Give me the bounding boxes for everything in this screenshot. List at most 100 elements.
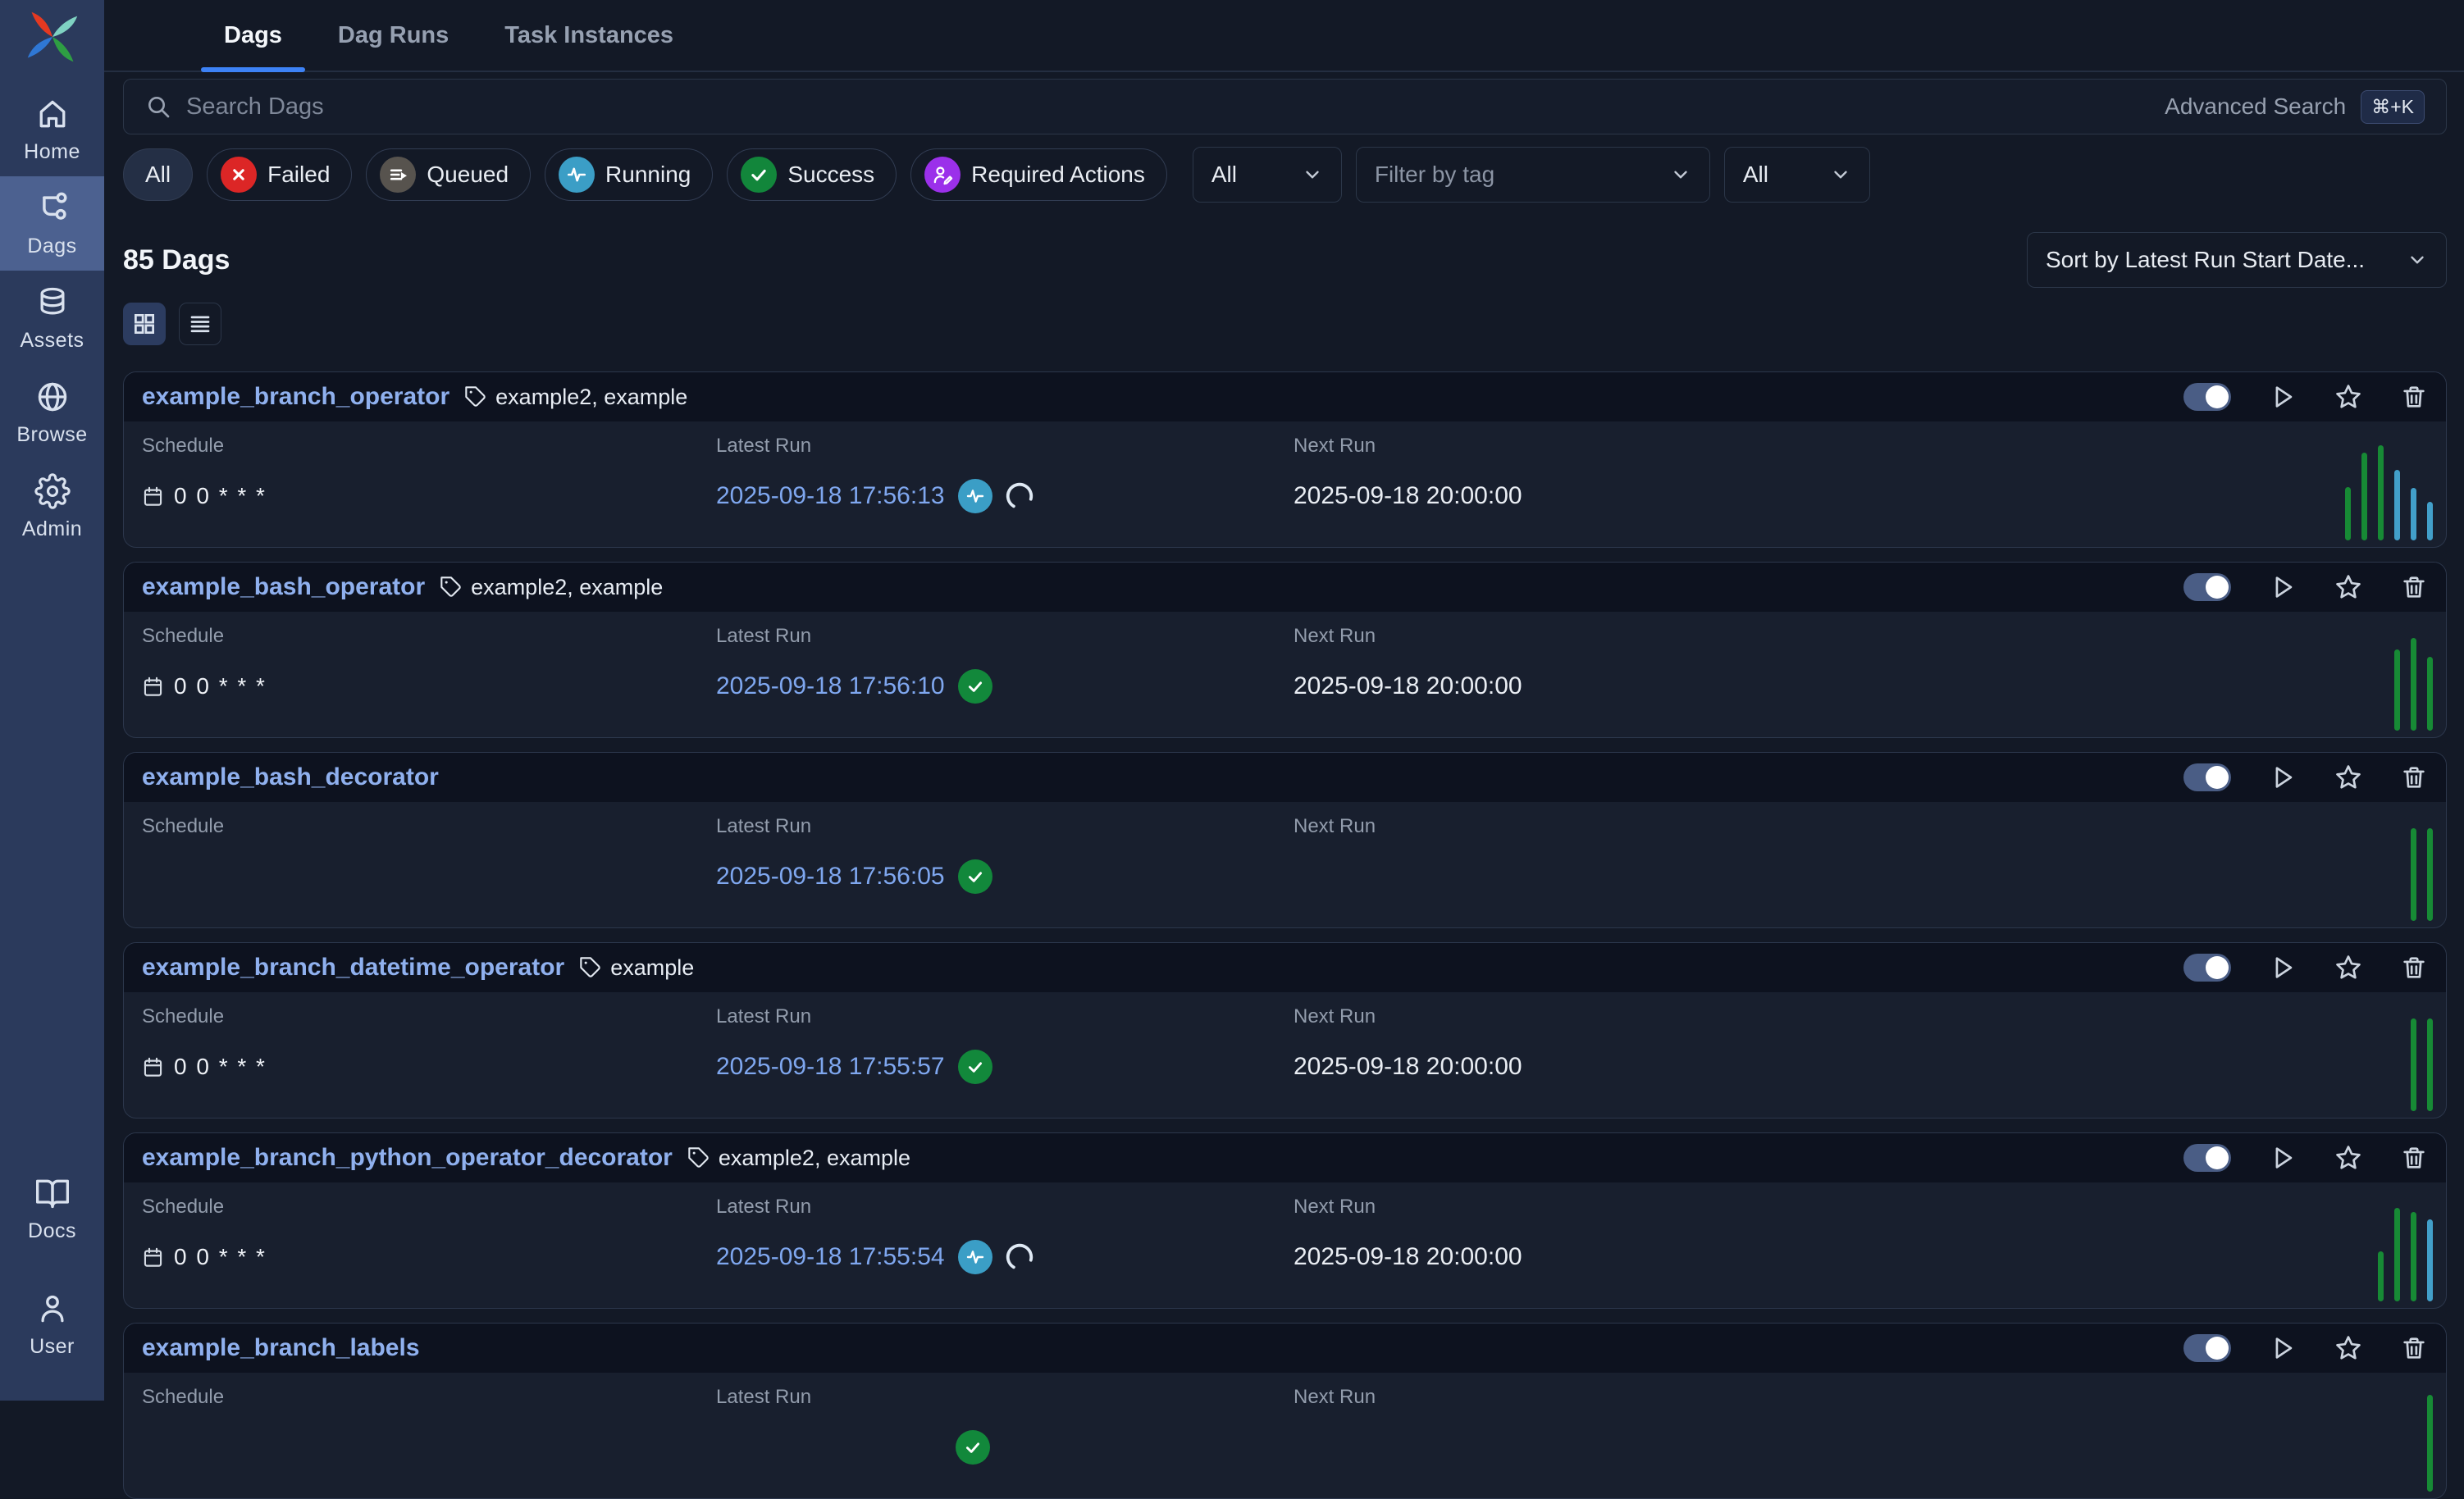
- failed-status-icon: [221, 157, 257, 193]
- dag-name-link[interactable]: example_branch_python_operator_decorator: [142, 1144, 673, 1172]
- run-history-chart[interactable]: [2427, 1395, 2433, 1492]
- trigger-run-icon[interactable]: [2269, 763, 2297, 791]
- dag-card: example_branch_operator example2, exampl…: [123, 371, 2447, 548]
- run-bar-green[interactable]: [2345, 487, 2351, 540]
- airflow-logo-icon[interactable]: [25, 10, 80, 64]
- latest-run-link[interactable]: 2025-09-18 17:55:54: [716, 1243, 945, 1271]
- sidebar-item-label: Assets: [20, 329, 84, 353]
- sidebar-item-dags[interactable]: Dags: [0, 176, 104, 271]
- run-bar-green[interactable]: [2378, 1251, 2384, 1301]
- run-bar-green[interactable]: [2427, 828, 2433, 921]
- dag-name-link[interactable]: example_branch_operator: [142, 383, 449, 411]
- filter-chip-queued[interactable]: Queued: [366, 148, 531, 201]
- dag-pause-toggle[interactable]: [2183, 1334, 2231, 1362]
- favorite-star-icon[interactable]: [2334, 383, 2362, 411]
- sidebar-item-browse[interactable]: Browse: [0, 365, 104, 459]
- favorite-star-icon[interactable]: [2334, 1334, 2362, 1362]
- dag-pause-toggle[interactable]: [2183, 954, 2231, 982]
- run-bar-green[interactable]: [2411, 638, 2416, 731]
- delete-trash-icon[interactable]: [2400, 383, 2428, 411]
- delete-trash-icon[interactable]: [2400, 954, 2428, 982]
- dag-card-body: Schedule 0 0 * * * Latest Run 2025-09-18…: [124, 992, 2446, 1118]
- latest-run-link[interactable]: 2025-09-18 17:56:10: [716, 672, 945, 700]
- trigger-run-icon[interactable]: [2269, 383, 2297, 411]
- view-toggle: [123, 303, 2447, 345]
- dag-name-link[interactable]: example_bash_operator: [142, 573, 425, 601]
- filter-chip-failed[interactable]: Failed: [207, 148, 352, 201]
- search-input[interactable]: [186, 93, 2150, 121]
- trigger-run-icon[interactable]: [2269, 954, 2297, 982]
- filter-chip-required-actions[interactable]: Required Actions: [910, 148, 1167, 201]
- latest-run-link[interactable]: 2025-09-18 17:55:57: [716, 1053, 945, 1081]
- advanced-search[interactable]: Advanced Search ⌘+K: [2165, 90, 2425, 124]
- favorite-star-icon[interactable]: [2334, 1144, 2362, 1172]
- sidebar-item-home[interactable]: Home: [0, 82, 104, 176]
- run-bar-green[interactable]: [2411, 1018, 2416, 1111]
- run-history-chart[interactable]: [2378, 1205, 2433, 1301]
- run-bar-green[interactable]: [2427, 657, 2433, 731]
- run-bar-blue[interactable]: [2427, 1219, 2433, 1301]
- dag-pause-toggle[interactable]: [2183, 383, 2231, 411]
- dag-name-link[interactable]: example_bash_decorator: [142, 763, 439, 791]
- favorite-star-icon[interactable]: [2334, 573, 2362, 601]
- run-bar-green[interactable]: [2394, 649, 2400, 731]
- next-run-label: Next Run: [1294, 1386, 1376, 1409]
- tab-dag-runs[interactable]: Dag Runs: [315, 0, 472, 71]
- dag-name-link[interactable]: example_branch_labels: [142, 1334, 420, 1362]
- sidebar-item-label: Dags: [27, 235, 76, 258]
- run-bar-green[interactable]: [2427, 1018, 2433, 1111]
- tab-dags[interactable]: Dags: [201, 0, 305, 71]
- paused-filter-select[interactable]: All: [1724, 147, 1870, 203]
- dag-pause-toggle[interactable]: [2183, 763, 2231, 791]
- advanced-search-label[interactable]: Advanced Search: [2165, 93, 2346, 120]
- sidebar-item-docs[interactable]: Docs: [0, 1161, 104, 1255]
- filter-chip-all[interactable]: All: [123, 148, 193, 201]
- sidebar-item-admin[interactable]: Admin: [0, 459, 104, 554]
- dag-card-actions: [2183, 573, 2428, 601]
- run-bar-blue[interactable]: [2427, 502, 2433, 540]
- running-status-icon: [958, 1240, 992, 1274]
- run-bar-green[interactable]: [2378, 445, 2384, 540]
- run-bar-blue[interactable]: [2411, 488, 2416, 540]
- sidebar-item-assets[interactable]: Assets: [0, 271, 104, 365]
- run-bar-green[interactable]: [2427, 1395, 2433, 1492]
- success-status-icon: [741, 157, 777, 193]
- grid-view-button[interactable]: [123, 303, 166, 345]
- run-bar-green[interactable]: [2361, 453, 2367, 540]
- sidebar-item-user[interactable]: User: [0, 1277, 104, 1371]
- run-bar-green[interactable]: [2411, 1212, 2416, 1301]
- trigger-run-icon[interactable]: [2269, 1334, 2297, 1362]
- dag-name-link[interactable]: example_branch_datetime_operator: [142, 954, 564, 982]
- favorite-star-icon[interactable]: [2334, 954, 2362, 982]
- delete-trash-icon[interactable]: [2400, 1334, 2428, 1362]
- trigger-run-icon[interactable]: [2269, 1144, 2297, 1172]
- run-bar-blue[interactable]: [2394, 470, 2400, 540]
- delete-trash-icon[interactable]: [2400, 573, 2428, 601]
- dag-pause-toggle[interactable]: [2183, 1144, 2231, 1172]
- run-bar-green[interactable]: [2411, 828, 2416, 921]
- latest-run-link[interactable]: 2025-09-18 17:56:13: [716, 482, 945, 510]
- filter-chip-running[interactable]: Running: [545, 148, 713, 201]
- run-history-chart[interactable]: [2345, 444, 2433, 540]
- docs-icon: [34, 1175, 71, 1211]
- trigger-run-icon[interactable]: [2269, 573, 2297, 601]
- sort-select[interactable]: Sort by Latest Run Start Date...: [2027, 232, 2447, 288]
- delete-trash-icon[interactable]: [2400, 1144, 2428, 1172]
- run-bar-green[interactable]: [2394, 1208, 2400, 1301]
- delete-trash-icon[interactable]: [2400, 763, 2428, 791]
- dag-card-header: example_branch_python_operator_decorator…: [124, 1133, 2446, 1182]
- run-history-chart[interactable]: [2411, 824, 2433, 921]
- tag-filter-select[interactable]: Filter by tag: [1356, 147, 1710, 203]
- run-history-chart[interactable]: [2394, 634, 2433, 731]
- dag-pause-toggle[interactable]: [2183, 573, 2231, 601]
- list-view-button[interactable]: [179, 303, 221, 345]
- schedule-value: 0 0 * * *: [142, 673, 267, 699]
- schedule-column: Schedule 0 0 * * *: [142, 625, 716, 737]
- tab-task-instances[interactable]: Task Instances: [481, 0, 696, 71]
- filter-chip-success[interactable]: Success: [727, 148, 897, 201]
- dag-tags: example2, example: [440, 575, 663, 600]
- latest-run-link[interactable]: 2025-09-18 17:56:05: [716, 863, 945, 891]
- run-history-chart[interactable]: [2411, 1014, 2433, 1111]
- state-filter-select[interactable]: All: [1193, 147, 1342, 203]
- favorite-star-icon[interactable]: [2334, 763, 2362, 791]
